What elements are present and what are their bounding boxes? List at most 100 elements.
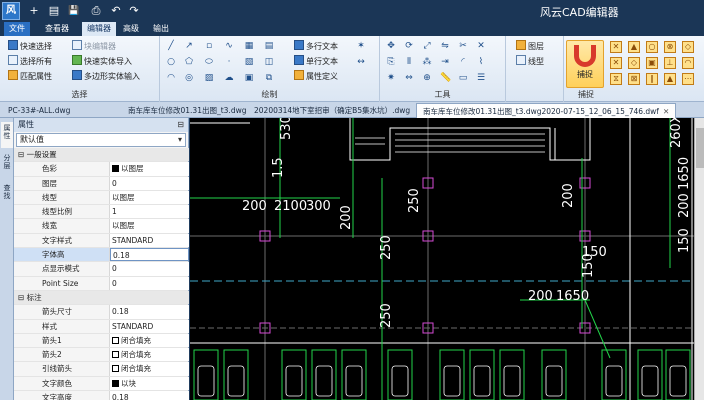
revcloud-icon[interactable]: ☁ bbox=[224, 73, 234, 83]
snap-center-icon[interactable]: ○ bbox=[646, 41, 658, 53]
pin-icon[interactable]: ⊟ bbox=[177, 118, 184, 132]
polyline-icon[interactable]: ↗ bbox=[184, 41, 194, 51]
vertical-scrollbar[interactable] bbox=[694, 118, 704, 400]
property-row[interactable]: 字体高 0.18 bbox=[14, 248, 189, 263]
property-value[interactable]: 闭合填充 bbox=[110, 348, 189, 362]
cad-drawing[interactable]: 530 1.5 200 2100 300 200 250 250 150 200… bbox=[190, 118, 694, 400]
donut-icon[interactable]: ◎ bbox=[184, 73, 194, 83]
property-value[interactable]: 0 bbox=[110, 176, 189, 190]
side-tab-properties[interactable]: 属性 bbox=[1, 122, 13, 148]
scroll-thumb[interactable] bbox=[696, 128, 704, 168]
trim-icon[interactable]: ✂ bbox=[458, 41, 468, 51]
property-row[interactable]: 样式 STANDARD bbox=[14, 319, 189, 334]
single-text-button[interactable]: 单行文本 bbox=[294, 55, 338, 68]
property-value[interactable]: 闭合填充 bbox=[110, 333, 189, 348]
property-row[interactable]: 图层 0 bbox=[14, 176, 189, 191]
region-icon[interactable]: ▧ bbox=[244, 57, 254, 67]
tab-output[interactable]: 输出 bbox=[148, 22, 174, 36]
list-icon[interactable]: ☰ bbox=[476, 73, 486, 83]
snap-insert-icon[interactable]: ▣ bbox=[646, 57, 658, 69]
circle-icon[interactable]: ○ bbox=[166, 57, 176, 67]
open-icon[interactable]: ▤ bbox=[46, 3, 62, 19]
property-section[interactable]: ⊟ 标注 bbox=[14, 290, 189, 306]
property-row[interactable]: 箭头2 闭合填充 bbox=[14, 348, 189, 363]
snap-endpoint-icon[interactable]: ✕ bbox=[610, 41, 622, 53]
image-icon[interactable]: ▣ bbox=[244, 73, 254, 83]
linetype-button[interactable]: 线型 bbox=[516, 55, 544, 68]
close-tab-icon[interactable]: ✕ bbox=[663, 107, 669, 116]
polygon-entity-input-button[interactable]: 多边形实体输入 bbox=[72, 70, 140, 83]
side-tab-layers[interactable]: 分层 bbox=[1, 154, 13, 180]
stretch-icon[interactable]: ⇔ bbox=[404, 73, 414, 83]
mtext-button[interactable]: 多行文本 bbox=[294, 40, 338, 53]
property-row[interactable]: 线型比例 1 bbox=[14, 205, 189, 220]
match-properties-button[interactable]: 匹配属性 bbox=[8, 70, 52, 83]
property-value[interactable]: 0.18 bbox=[110, 305, 189, 319]
table-icon[interactable]: ▤ bbox=[264, 41, 274, 51]
arc-icon[interactable]: ◠ bbox=[166, 73, 176, 83]
gradient-icon[interactable]: ▨ bbox=[204, 73, 214, 83]
doc-tab-2[interactable]: 南车库车位修改01.31出图_t3.dwg bbox=[122, 103, 252, 118]
undo-icon[interactable]: ↶ bbox=[108, 3, 124, 19]
snap-intersection-icon[interactable]: ✕ bbox=[610, 57, 622, 69]
property-row[interactable]: 线型 以图层 bbox=[14, 190, 189, 206]
break-icon[interactable]: ⌇ bbox=[476, 57, 486, 67]
explode-icon[interactable]: ✷ bbox=[386, 73, 396, 83]
tab-viewer[interactable]: 查看器 bbox=[40, 22, 74, 36]
property-selector[interactable]: 默认值 ▾ bbox=[16, 133, 186, 147]
tab-editor[interactable]: 编辑器 bbox=[82, 22, 116, 36]
point-icon[interactable]: · bbox=[224, 57, 234, 67]
snap-none-icon[interactable]: ▲ bbox=[664, 73, 676, 85]
print-icon[interactable]: ⎙ bbox=[88, 3, 104, 19]
property-row[interactable]: 点显示模式 0 bbox=[14, 262, 189, 277]
attribute-def-button[interactable]: 属性定义 bbox=[294, 70, 338, 83]
move-icon[interactable]: ✥ bbox=[386, 41, 396, 51]
property-value[interactable]: 以图层 bbox=[110, 162, 189, 176]
property-row[interactable]: 箭头尺寸 0.18 bbox=[14, 305, 189, 320]
property-row[interactable]: 文字高度 0.18 bbox=[14, 391, 189, 400]
side-tab-find[interactable]: 查找 bbox=[1, 184, 13, 210]
wipeout-icon[interactable]: ◫ bbox=[264, 57, 274, 67]
property-value[interactable]: 以图层 bbox=[110, 190, 189, 205]
property-value[interactable]: 1 bbox=[110, 205, 189, 219]
snap-apparent-icon[interactable]: ⊠ bbox=[628, 73, 640, 85]
array-icon[interactable]: ⁂ bbox=[422, 57, 432, 67]
snap-extension-icon[interactable]: ◇ bbox=[628, 57, 640, 69]
doc-tab-3[interactable]: 20200314地下室招审（确定B5集水坑）.dwg bbox=[248, 103, 416, 118]
layer-button[interactable]: 图层 bbox=[516, 40, 544, 53]
snap-nearest-icon[interactable]: ⧖ bbox=[610, 73, 622, 85]
property-row[interactable]: 文字样式 STANDARD bbox=[14, 233, 189, 249]
snap-perpendicular-icon[interactable]: ⊥ bbox=[664, 57, 676, 69]
property-value[interactable]: 以块 bbox=[110, 376, 189, 391]
area-icon[interactable]: ▭ bbox=[458, 73, 468, 83]
tab-file[interactable]: 文件 bbox=[4, 22, 30, 36]
doc-tab-1[interactable]: PC-33#-ALL.dwg bbox=[2, 103, 76, 118]
ellipse-icon[interactable]: ⬭ bbox=[204, 57, 214, 67]
property-value[interactable]: 0.18 bbox=[110, 248, 189, 262]
offset-icon[interactable]: ⫴ bbox=[404, 57, 414, 67]
property-row[interactable]: 文字颜色 以块 bbox=[14, 376, 189, 392]
quick-select-button[interactable]: 快速选择 bbox=[8, 40, 52, 53]
drawing-canvas[interactable]: 530 1.5 200 2100 300 200 250 250 150 200… bbox=[190, 118, 694, 400]
copy-icon[interactable]: ⎘ bbox=[386, 57, 396, 67]
snap-quadrant-icon[interactable]: ◇ bbox=[682, 41, 694, 53]
rotate-icon[interactable]: ⟳ bbox=[404, 41, 414, 51]
snap-parallel-icon[interactable]: ∥ bbox=[646, 73, 658, 85]
property-row[interactable]: 箭头1 闭合填充 bbox=[14, 333, 189, 349]
attach-icon[interactable]: ⧉ bbox=[264, 73, 274, 83]
property-row[interactable]: 引线箭头 闭合填充 bbox=[14, 362, 189, 377]
measure-icon[interactable]: 📏 bbox=[440, 73, 451, 83]
property-value[interactable]: 0 bbox=[110, 276, 189, 290]
leader-icon[interactable]: ✶ bbox=[356, 41, 366, 51]
block-editor-button[interactable]: 块编辑器 bbox=[72, 40, 116, 53]
snap-midpoint-icon[interactable]: ▲ bbox=[628, 41, 640, 53]
save-icon[interactable]: 💾 bbox=[66, 3, 82, 19]
property-value[interactable]: 0.18 bbox=[110, 391, 189, 400]
hatch-icon[interactable]: ▦ bbox=[244, 41, 254, 51]
tab-advanced[interactable]: 高级 bbox=[118, 22, 144, 36]
polygon-draw-icon[interactable]: ⬠ bbox=[184, 57, 194, 67]
property-value[interactable]: STANDARD bbox=[110, 319, 189, 333]
snap-node-icon[interactable]: ⊗ bbox=[664, 41, 676, 53]
property-row[interactable]: Point Size 0 bbox=[14, 276, 189, 291]
mirror-icon[interactable]: ⇋ bbox=[440, 41, 450, 51]
